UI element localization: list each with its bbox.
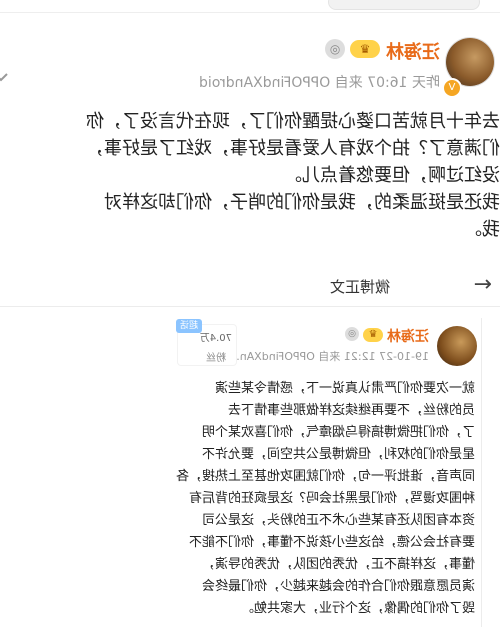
follower-label: 粉丝	[206, 353, 226, 364]
mirrored-screenshot: V 汪海林 ♛ ◎ 昨天 16:07 来自 OPPOFindXAndroid 去…	[0, 0, 500, 627]
embedded-line: 毁了你们的偶像，这个行业，大家共勉。	[240, 601, 475, 616]
embedded-screenshot-header: ← 微博正文	[0, 270, 500, 307]
chevron-down-icon[interactable]	[0, 66, 12, 88]
embedded-line: 演员愿意跟你们合作的会越来越少，你们最终会	[201, 579, 475, 594]
embedded-line: 种围攻谩骂，你们是黑社会吗？这是疯狂的背后有	[188, 491, 475, 506]
embedded-line: 星是你们的权利，但微博是公共空间，要允许不	[201, 447, 475, 462]
embedded-author-avatar	[437, 326, 477, 366]
embedded-line: 员的粉丝，不要再继续这样做那些事情下去	[227, 403, 475, 418]
embedded-post-meta: 19-10-27 12:21 来自 OPPOFindXAn...	[229, 350, 429, 363]
post-line: 没红过啊，但要悠着点儿。	[284, 165, 500, 186]
post-meta: 昨天 16:07 来自 OPPOFindXAndroid	[198, 75, 440, 91]
embedded-weibo-screenshot[interactable]: 汪海林 ♛ ◎ 19-10-27 12:21 来自 OPPOFindXAn...…	[151, 318, 482, 627]
embedded-follow-box: 超话 70.4万 粉丝	[176, 319, 237, 366]
embedded-medal-icon: ◎	[345, 327, 359, 341]
post-line: 我还是挺温柔的，我是你们的哨子，你们却这样对	[104, 192, 500, 213]
embedded-line: 要有社会公德，给这些小孩说不懂事，你们不能不	[188, 535, 475, 550]
post-line: 去年十月就苦口婆心提醒你们了，现在代言没了，你	[86, 111, 500, 132]
embedded-vip-crown-icon: ♛	[363, 328, 383, 342]
embedded-line: 了，你们把微博搞得乌烟瘴气，你们喜欢某个明	[201, 425, 475, 440]
back-arrow-icon[interactable]: ←	[474, 272, 492, 297]
post-header: V 汪海林 ♛ ◎ 昨天 16:07 来自 OPPOFindXAndroid	[0, 28, 500, 98]
follower-count: 70.4万	[199, 333, 232, 344]
post-line: 们满意了？拍个戏有人爱看是好事，戏红了是好事，	[86, 138, 500, 159]
weibo-post-card: V 汪海林 ♛ ◎ 昨天 16:07 来自 OPPOFindXAndroid 去…	[0, 0, 500, 627]
vip-crown-icon: ♛	[350, 40, 380, 58]
embedded-author-name: 汪海林	[387, 329, 429, 345]
post-text: 去年十月就苦口婆心提醒你们了，现在代言没了，你 们满意了？拍个戏有人爱看是好事，…	[0, 108, 500, 243]
previous-card-pill	[328, 0, 480, 10]
divider	[0, 12, 500, 13]
embedded-line: 就一次要你们严肃认真说一下，感情令某些演	[214, 381, 475, 396]
post-line: 我。	[464, 219, 500, 240]
embedded-post-text: 就一次要你们严肃认真说一下，感情令某些演 员的粉丝，不要再继续这样做那些事情下去…	[145, 378, 475, 620]
embedded-line: 资本有团队还有某些心术不正的粉头，这是公司	[201, 513, 475, 528]
verified-badge-icon: V	[442, 78, 462, 98]
super-topic-tag: 超话	[176, 319, 202, 333]
embedded-line: 懂事，这样搞不正，优秀的团队，优秀的导演，	[201, 557, 475, 572]
embedded-line: 同声音，谁批评一句，你们就围攻他甚至上热搜，各	[175, 469, 475, 484]
author-name[interactable]: 汪海林	[386, 38, 440, 64]
medal-icon: ◎	[325, 39, 345, 59]
embedded-page-title: 微博正文	[329, 278, 390, 296]
